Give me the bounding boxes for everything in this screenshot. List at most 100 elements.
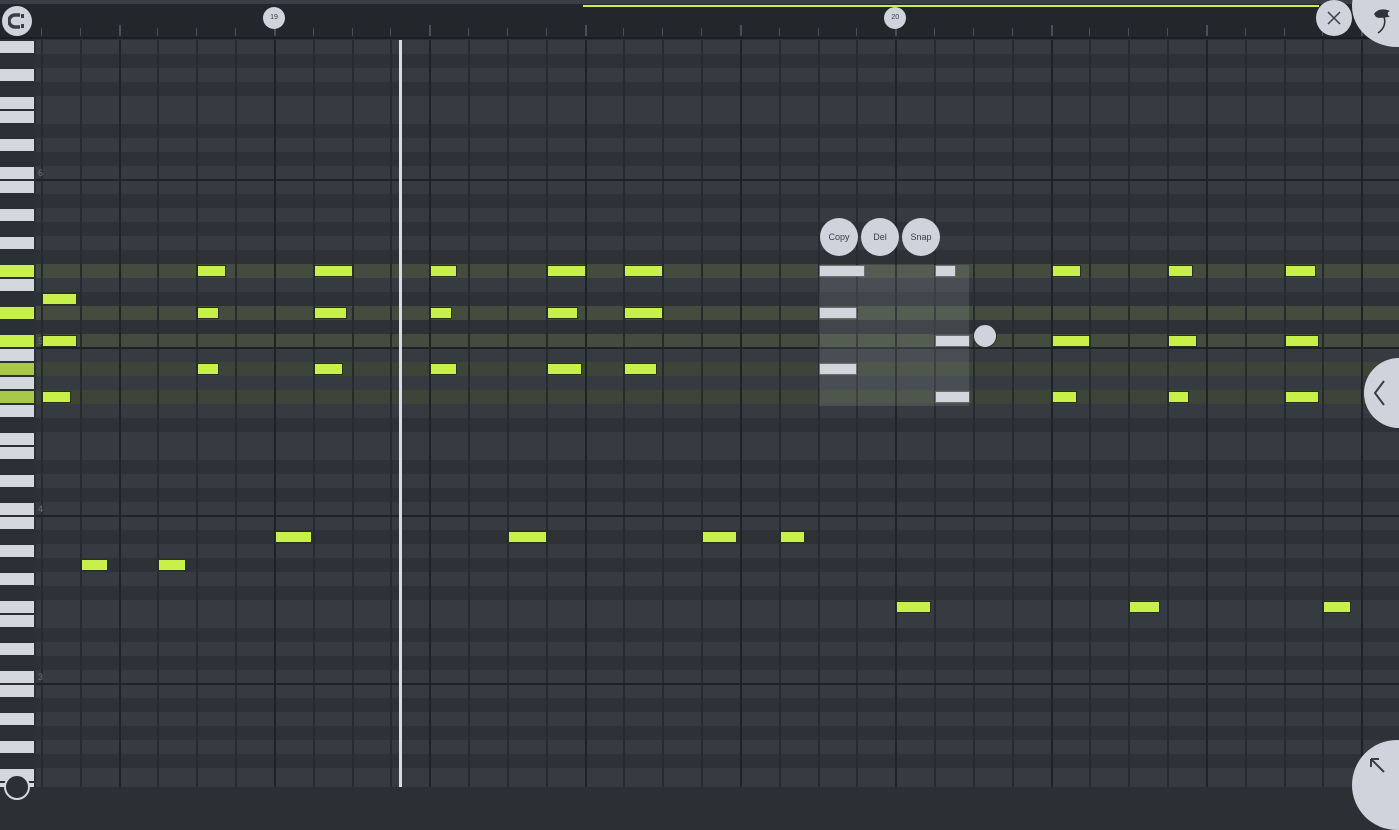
white-key[interactable]	[0, 601, 34, 613]
note[interactable]	[547, 363, 582, 375]
white-key[interactable]	[0, 545, 34, 557]
note[interactable]	[275, 531, 312, 543]
note[interactable]	[1129, 601, 1160, 613]
bar-marker-19[interactable]: 19	[263, 7, 285, 29]
note[interactable]	[1052, 335, 1091, 347]
black-key[interactable]	[0, 755, 34, 767]
note[interactable]	[158, 559, 185, 571]
black-key[interactable]	[0, 55, 34, 67]
black-key[interactable]	[0, 293, 34, 305]
black-key[interactable]	[0, 419, 34, 431]
note[interactable]	[430, 307, 451, 319]
note[interactable]	[314, 307, 347, 319]
black-key[interactable]	[0, 83, 34, 95]
note[interactable]	[547, 265, 586, 277]
note[interactable]	[81, 559, 108, 571]
note[interactable]	[896, 601, 931, 613]
white-key[interactable]	[0, 181, 34, 193]
white-key[interactable]	[0, 503, 34, 515]
note[interactable]	[1052, 265, 1081, 277]
white-key[interactable]	[0, 643, 34, 655]
black-key[interactable]	[0, 363, 34, 375]
white-key[interactable]	[0, 265, 34, 277]
note[interactable]	[1285, 391, 1320, 403]
black-key[interactable]	[0, 587, 34, 599]
black-key[interactable]	[0, 531, 34, 543]
note[interactable]	[1285, 265, 1316, 277]
black-key[interactable]	[0, 629, 34, 641]
selection-rectangle[interactable]	[819, 265, 969, 406]
selection-resize-handle[interactable]	[973, 324, 997, 348]
note[interactable]	[197, 363, 218, 375]
black-key[interactable]	[0, 699, 34, 711]
note[interactable]	[1052, 391, 1077, 403]
black-key[interactable]	[0, 727, 34, 739]
white-key[interactable]	[0, 685, 34, 697]
black-key[interactable]	[0, 195, 34, 207]
white-key[interactable]	[0, 517, 34, 529]
note[interactable]	[624, 265, 663, 277]
white-key[interactable]	[0, 475, 34, 487]
note[interactable]	[702, 531, 737, 543]
white-key[interactable]	[0, 167, 34, 179]
note[interactable]	[780, 531, 805, 543]
note[interactable]	[42, 335, 77, 347]
note[interactable]	[1285, 335, 1320, 347]
note[interactable]	[508, 531, 547, 543]
black-key[interactable]	[0, 153, 34, 165]
note[interactable]	[314, 265, 353, 277]
timeline-bar[interactable]: 1920	[0, 0, 1399, 39]
note[interactable]	[1168, 265, 1193, 277]
white-key[interactable]	[0, 615, 34, 627]
white-key[interactable]	[0, 433, 34, 445]
white-key[interactable]	[0, 573, 34, 585]
note[interactable]	[1168, 391, 1189, 403]
white-key[interactable]	[0, 209, 34, 221]
note[interactable]	[624, 307, 663, 319]
white-key[interactable]	[0, 111, 34, 123]
note[interactable]	[42, 293, 77, 305]
white-key[interactable]	[0, 377, 34, 389]
white-key[interactable]	[0, 405, 34, 417]
magnet-icon[interactable]	[2, 6, 32, 36]
note[interactable]	[42, 391, 71, 403]
white-key[interactable]	[0, 307, 34, 319]
piano-roll-grid[interactable]: 6543	[36, 40, 1399, 787]
note[interactable]	[197, 265, 226, 277]
black-key[interactable]	[0, 125, 34, 137]
copy-button[interactable]: Copy	[820, 218, 858, 256]
playhead[interactable]	[399, 40, 402, 787]
delete-button[interactable]: Del	[861, 218, 899, 256]
note[interactable]	[1168, 335, 1197, 347]
black-key[interactable]	[0, 559, 34, 571]
note[interactable]	[430, 265, 457, 277]
white-key[interactable]	[0, 741, 34, 753]
white-key[interactable]	[0, 447, 34, 459]
white-key[interactable]	[0, 139, 34, 151]
note[interactable]	[197, 307, 218, 319]
white-key[interactable]	[0, 713, 34, 725]
snap-button[interactable]: Snap	[902, 218, 940, 256]
bottom-left-handle[interactable]	[4, 774, 30, 800]
white-key[interactable]	[0, 41, 34, 53]
black-key[interactable]	[0, 391, 34, 403]
black-key[interactable]	[0, 657, 34, 669]
black-key[interactable]	[0, 461, 34, 473]
white-key[interactable]	[0, 335, 34, 347]
black-key[interactable]	[0, 489, 34, 501]
white-key[interactable]	[0, 69, 34, 81]
white-key[interactable]	[0, 671, 34, 683]
note[interactable]	[314, 363, 343, 375]
black-key[interactable]	[0, 223, 34, 235]
note[interactable]	[430, 363, 457, 375]
black-key[interactable]	[0, 251, 34, 263]
note[interactable]	[624, 363, 657, 375]
bar-marker-20[interactable]: 20	[884, 7, 906, 29]
white-key[interactable]	[0, 279, 34, 291]
piano-keyboard[interactable]	[0, 40, 36, 787]
black-key[interactable]	[0, 321, 34, 333]
note[interactable]	[547, 307, 578, 319]
white-key[interactable]	[0, 237, 34, 249]
note[interactable]	[1323, 601, 1350, 613]
white-key[interactable]	[0, 97, 34, 109]
